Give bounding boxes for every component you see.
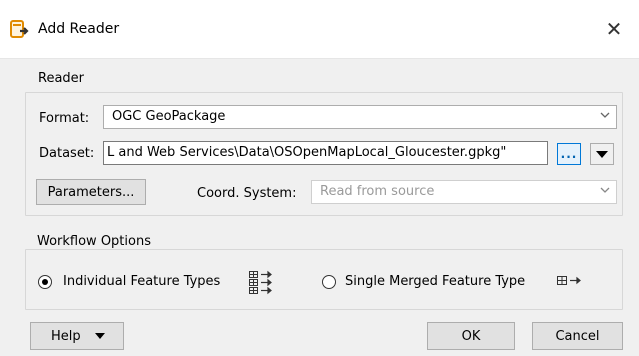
window-title: Add Reader xyxy=(38,21,120,37)
help-label: Help xyxy=(51,328,81,344)
dropdown-arrow-icon xyxy=(596,150,608,158)
individual-feature-types-label[interactable]: Individual Feature Types xyxy=(63,274,220,289)
dialog-body: Reader Format: OGC GeoPackage Dataset: L… xyxy=(0,58,639,356)
individual-feature-types-radio[interactable] xyxy=(38,275,52,289)
chevron-down-icon xyxy=(600,112,610,118)
close-button[interactable]: ✕ xyxy=(601,16,627,42)
ok-label: OK xyxy=(461,328,481,344)
coord-system-combobox[interactable]: Read from source xyxy=(311,180,617,204)
dataset-label: Dataset: xyxy=(39,146,95,161)
title-bar: Add Reader ✕ xyxy=(0,0,639,58)
browse-label: ... xyxy=(560,147,578,161)
coord-system-placeholder: Read from source xyxy=(320,184,435,199)
multiple-feature-types-icon xyxy=(249,270,272,295)
reader-group-label: Reader xyxy=(38,71,85,86)
format-label: Format: xyxy=(39,111,90,126)
dataset-options-button[interactable] xyxy=(590,143,614,165)
ok-button[interactable]: OK xyxy=(427,322,515,350)
chevron-down-icon xyxy=(94,333,105,339)
parameters-button[interactable]: Parameters... xyxy=(36,179,146,205)
dataset-value: L and Web Services\Data\OSOpenMapLocal_G… xyxy=(107,145,507,160)
help-button[interactable]: Help xyxy=(30,322,124,350)
close-icon: ✕ xyxy=(605,17,623,41)
coord-system-label: Coord. System: xyxy=(197,186,297,201)
dataset-input[interactable]: L and Web Services\Data\OSOpenMapLocal_G… xyxy=(103,141,548,165)
add-reader-icon xyxy=(10,20,29,38)
workflow-options-label: Workflow Options xyxy=(37,234,151,249)
chevron-down-icon xyxy=(600,187,610,193)
single-merged-feature-type-radio[interactable] xyxy=(322,275,336,289)
format-value: OGC GeoPackage xyxy=(112,109,226,124)
parameters-label: Parameters... xyxy=(47,184,135,200)
cancel-button[interactable]: Cancel xyxy=(532,322,623,350)
cancel-label: Cancel xyxy=(555,328,600,344)
single-merged-feature-type-label[interactable]: Single Merged Feature Type xyxy=(345,274,525,289)
single-feature-type-icon xyxy=(557,276,581,285)
format-combobox[interactable]: OGC GeoPackage xyxy=(103,105,617,129)
browse-button[interactable]: ... xyxy=(557,143,581,165)
